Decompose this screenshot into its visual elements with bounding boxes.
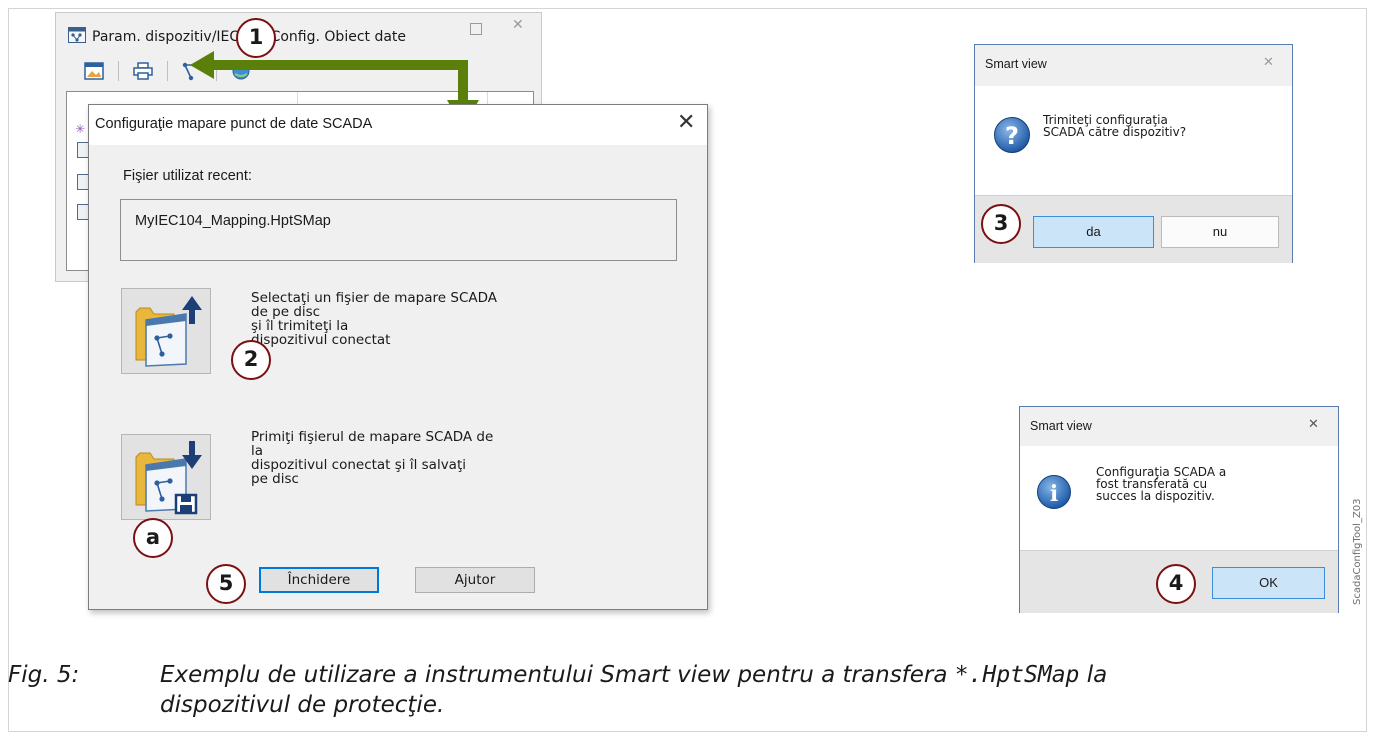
send-to-device-button[interactable] (121, 288, 211, 374)
close-icon[interactable]: ✕ (1263, 55, 1274, 70)
no-button[interactable]: nu (1161, 216, 1279, 248)
scada-window-icon (68, 27, 86, 47)
confirm-send-dialog: Smart view ✕ ? Trimiteţi configuraţia SC… (974, 44, 1293, 263)
yes-button[interactable]: da (1033, 216, 1154, 248)
callout-2: 2 (231, 340, 271, 380)
callout-5: 5 (206, 564, 246, 604)
recent-file-value: MyIEC104_Mapping.HptSMap (135, 213, 331, 229)
window-image-icon[interactable] (84, 61, 104, 81)
toolbar-separator (118, 61, 119, 81)
svg-text:?: ? (1005, 122, 1019, 150)
close-button[interactable]: Închidere (259, 567, 379, 593)
callout-a: a (133, 518, 173, 558)
receive-option-text: Primiţi fişierul de mapare SCADA de la d… (251, 429, 494, 487)
svg-text:i: i (1050, 481, 1058, 507)
folder-download-icon (135, 441, 202, 515)
dialog-titlebar: Configuraţie mapare punct de date SCADA … (89, 105, 707, 145)
toolbar-separator (167, 61, 168, 81)
maximize-icon[interactable] (470, 23, 482, 35)
caption-text: Exemplu de utilizare a instrumentului Sm… (160, 662, 1108, 718)
confirm-dialog-title: Smart view (985, 57, 1047, 71)
close-icon[interactable]: ✕ (512, 17, 524, 33)
callout-4: 4 (1156, 564, 1196, 604)
caption-code: *.HptSMap (954, 662, 1080, 688)
close-icon[interactable]: ✕ (1308, 417, 1319, 432)
folder-upload-icon (135, 296, 202, 367)
success-dialog-body: i Configuraţia SCADA a fost transferată … (1020, 446, 1338, 550)
help-button[interactable]: Ajutor (415, 567, 535, 593)
receive-from-device-button[interactable] (121, 434, 211, 520)
success-message: Configuraţia SCADA a fost transferată cu… (1096, 465, 1227, 503)
info-icon: i (1037, 475, 1071, 509)
printer-icon[interactable] (133, 61, 153, 81)
success-dialog-title: Smart view (1030, 419, 1092, 433)
caption-number: Fig. 5: (8, 662, 80, 688)
confirm-message: Trimiteţi configuraţia SCADA către dispo… (1043, 113, 1187, 139)
tree-star-icon: ✳ (75, 122, 86, 136)
callout-1: 1 (236, 18, 276, 58)
scada-mapping-dialog: Configuraţie mapare punct de date SCADA … (88, 104, 708, 610)
confirm-dialog-body: ? Trimiteţi configuraţia SCADA către dis… (975, 86, 1292, 195)
callout-3: 3 (981, 204, 1021, 244)
recent-file-field[interactable]: MyIEC104_Mapping.HptSMap (120, 199, 677, 261)
recent-file-label: Fişier utilizat recent: (123, 168, 252, 184)
dialog-title: Configuraţie mapare punct de date SCADA (95, 116, 373, 132)
question-icon: ? (994, 117, 1030, 153)
confirm-dialog-footer: da nu (975, 195, 1292, 263)
close-icon[interactable]: ✕ (677, 111, 695, 135)
send-option-text: Selectaţi un fişier de mapare SCADA de p… (251, 290, 497, 348)
ok-button[interactable]: OK (1212, 567, 1325, 599)
figure-id-label: ScadaConfigTool_Z03 (1352, 498, 1363, 605)
